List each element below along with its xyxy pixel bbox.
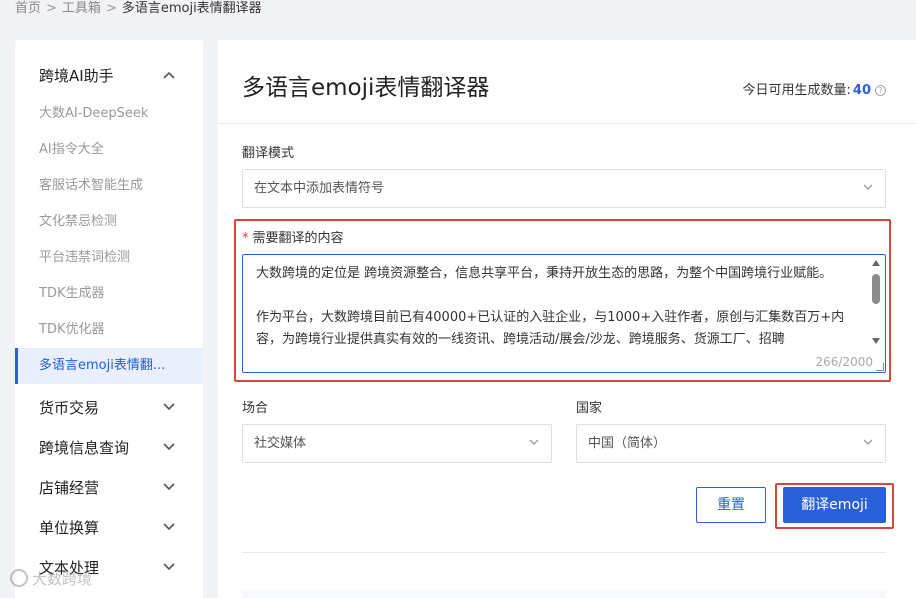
- country-select-value: 中国（简体）: [588, 436, 667, 451]
- char-counter: 266/2000: [815, 355, 873, 369]
- main-panel: 多语言emoji表情翻译器 今日可用生成数量: 40? 翻译模式 在文本中添加表情…: [218, 40, 916, 598]
- quota-label: 今日可用生成数量:: [742, 83, 851, 98]
- sidebar-group-crossborder-info[interactable]: 跨境信息查询: [15, 428, 203, 468]
- sidebar-group-ai-assistant[interactable]: 跨境AI助手: [15, 56, 203, 96]
- sidebar-group-label: 单位换算: [39, 519, 100, 537]
- resize-handle-icon[interactable]: [876, 363, 884, 371]
- sidebar-group-label: 店铺经营: [39, 479, 100, 497]
- result-area: [242, 590, 886, 598]
- scene-select-value: 社交媒体: [254, 436, 307, 451]
- chevron-down-icon: [163, 443, 175, 451]
- scroll-down-icon[interactable]: [872, 338, 880, 344]
- scene-select[interactable]: 社交媒体: [242, 424, 552, 463]
- breadcrumb-toolbox[interactable]: 工具箱: [62, 1, 101, 16]
- sidebar: 跨境AI助手 大数AI-DeepSeek AI指令大全 客服话术智能生成 文化禁…: [15, 40, 203, 598]
- help-icon[interactable]: ?: [875, 85, 886, 96]
- daily-quota: 今日可用生成数量: 40?: [743, 79, 886, 98]
- watermark-logo-icon: [10, 569, 28, 587]
- sidebar-item-tdk-optimizer[interactable]: TDK优化器: [15, 312, 203, 348]
- chevron-down-icon: [529, 439, 539, 445]
- sidebar-group-currency[interactable]: 货币交易: [15, 388, 203, 428]
- header-divider: [218, 123, 916, 124]
- watermark-text: 大数跨境: [32, 570, 93, 588]
- scroll-up-icon[interactable]: [872, 260, 880, 266]
- sidebar-item-culture-taboo[interactable]: 文化禁忌检测: [15, 204, 203, 240]
- translate-emoji-button[interactable]: 翻译emoji: [783, 487, 886, 523]
- sidebar-item-deepseek[interactable]: 大数AI-DeepSeek: [15, 96, 203, 132]
- chevron-down-icon: [163, 403, 175, 411]
- mode-label: 翻译模式: [242, 146, 295, 161]
- chevron-down-icon: [163, 563, 175, 571]
- breadcrumb-current: 多语言emoji表情翻译器: [121, 1, 262, 16]
- mode-select-value: 在文本中添加表情符号: [254, 181, 385, 196]
- content-label-text: 需要翻译的内容: [252, 231, 344, 246]
- page-title: 多语言emoji表情翻译器: [242, 75, 490, 101]
- watermark: 大数跨境: [10, 568, 92, 589]
- chevron-down-icon: [863, 439, 873, 445]
- breadcrumb-separator: >: [46, 1, 57, 16]
- country-select[interactable]: 中国（简体）: [576, 424, 886, 463]
- sidebar-item-tdk-generator[interactable]: TDK生成器: [15, 276, 203, 312]
- sidebar-group-label: 跨境信息查询: [39, 439, 130, 457]
- sidebar-item-ai-prompts[interactable]: AI指令大全: [15, 132, 203, 168]
- scene-label: 场合: [242, 401, 269, 416]
- sidebar-group-store[interactable]: 店铺经营: [15, 468, 203, 508]
- content-textarea[interactable]: 大数跨境的定位是 跨境资源整合，信息共享平台，秉持开放生态的思路，为整个中国跨境…: [242, 254, 886, 373]
- chevron-down-icon: [163, 483, 175, 491]
- scrollbar-thumb[interactable]: [872, 274, 880, 304]
- chevron-down-icon: [163, 523, 175, 531]
- sidebar-group-units[interactable]: 单位换算: [15, 508, 203, 548]
- chevron-up-icon: [163, 71, 175, 79]
- sidebar-group-label: 跨境AI助手: [39, 67, 114, 85]
- quota-value: 40: [852, 83, 871, 98]
- breadcrumb-separator: >: [105, 1, 117, 16]
- chevron-down-icon: [863, 184, 873, 190]
- country-label: 国家: [576, 401, 603, 416]
- mode-select[interactable]: 在文本中添加表情符号: [242, 169, 886, 208]
- content-label: * 需要翻译的内容: [242, 227, 344, 246]
- sidebar-group-label: 货币交易: [39, 399, 100, 417]
- result-divider: [242, 552, 886, 553]
- sidebar-item-banned-words[interactable]: 平台违禁词检测: [15, 240, 203, 276]
- content-text[interactable]: 大数跨境的定位是 跨境资源整合，信息共享平台，秉持开放生态的思路，为整个中国跨境…: [243, 255, 885, 351]
- required-mark: *: [242, 231, 249, 246]
- sidebar-item-emoji-translator[interactable]: 多语言emoji表情翻...: [15, 348, 203, 384]
- textarea-scrollbar[interactable]: [869, 258, 883, 346]
- breadcrumb: 首页 > 工具箱 > 多语言emoji表情翻译器: [15, 0, 262, 18]
- sidebar-item-service-scripts[interactable]: 客服话术智能生成: [15, 168, 203, 204]
- reset-button[interactable]: 重置: [696, 487, 766, 523]
- breadcrumb-home[interactable]: 首页: [15, 1, 41, 16]
